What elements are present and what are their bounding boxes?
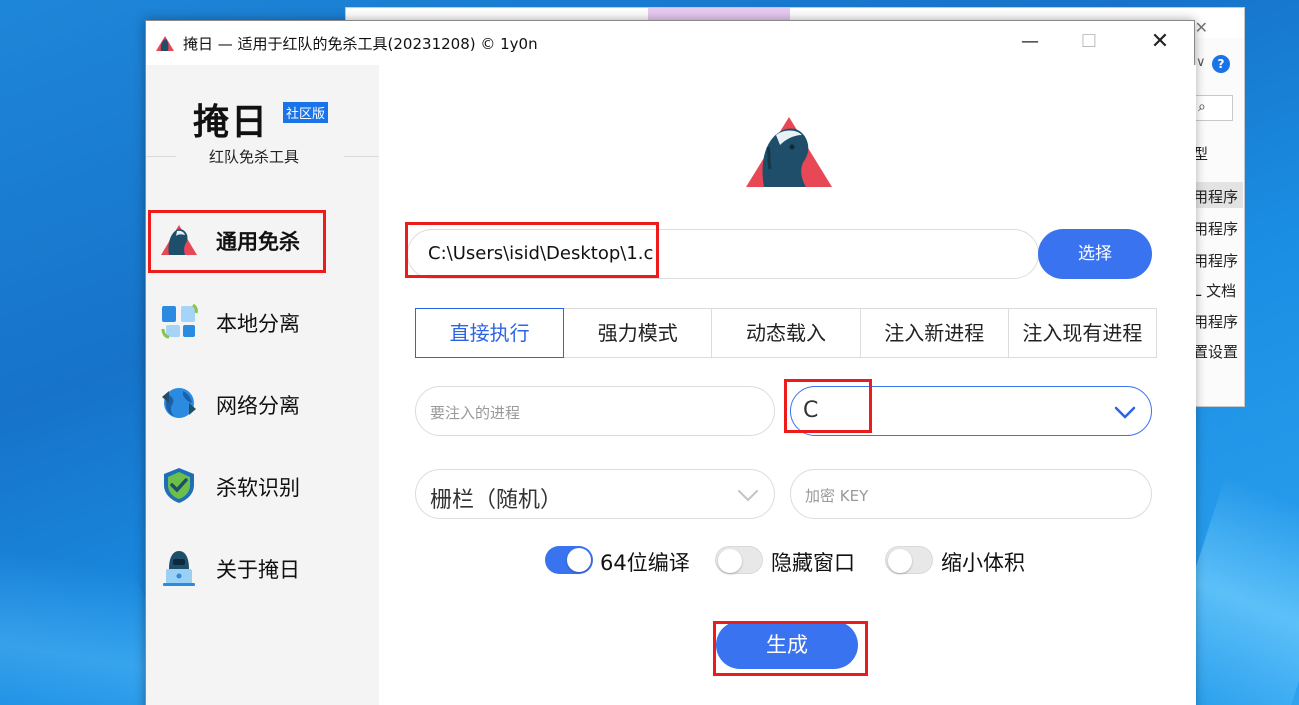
list-item[interactable]: 用程序 (1193, 250, 1238, 271)
sidebar-item-label: 本地分离 (216, 312, 300, 336)
window-title: 掩日 — 适用于红队的免杀工具(20231208) © 1y0n (183, 35, 538, 53)
toggle-switch[interactable] (545, 546, 593, 574)
sidebar-item-av-detection[interactable]: 杀软识别 (146, 455, 379, 515)
list-item[interactable]: 用程序 (1193, 186, 1238, 207)
maximize-button[interactable]: ☐ (1066, 27, 1112, 57)
tab-direct-execute[interactable]: 直接执行 (415, 308, 565, 358)
tab-inject-existing-process[interactable]: 注入现有进程 (1009, 309, 1156, 357)
chevron-down-icon (738, 490, 758, 502)
toggle-label: 缩小体积 (941, 551, 1025, 575)
sidebar: 掩日 社区版 红队免杀工具 通用免杀 本地分离 网络分离 杀软识别 关于掩日 (146, 65, 379, 705)
minimize-button[interactable]: — (1007, 27, 1053, 57)
file-split-icon (161, 303, 198, 339)
toggle-64bit[interactable]: 64位编译 (545, 545, 695, 575)
background-close-icon[interactable]: ✕ (1195, 18, 1208, 37)
encoding-select[interactable]: 栅栏（随机） (415, 469, 775, 519)
sidebar-item-about[interactable]: 关于掩日 (146, 537, 379, 597)
tab-inject-new-process[interactable]: 注入新进程 (861, 309, 1009, 357)
chevron-down-icon[interactable]: ∨ (1196, 55, 1206, 70)
list-item[interactable]: L 文档 (1193, 280, 1236, 301)
globe-arrows-icon (162, 388, 196, 418)
divider (146, 156, 176, 157)
logo-title: 掩日 (193, 102, 270, 143)
process-name-placeholder: 要注入的进程 (430, 404, 521, 422)
hacker-laptop-icon (163, 551, 195, 586)
chevron-down-icon (1114, 406, 1136, 419)
background-window-details: ∨ ? ⌕ 型 用程序 用程序 用程序 L 文档 用程序 置设置 (1193, 55, 1243, 395)
encoding-value: 栅栏（随机） (430, 488, 563, 513)
toggle-label: 64位编译 (600, 551, 690, 575)
file-path-input[interactable]: C:\Users\isid\Desktop\1.c (407, 229, 1039, 279)
sidebar-item-generic-evasion[interactable]: 通用免杀 (146, 209, 379, 269)
toggle-switch[interactable] (715, 546, 763, 574)
toggle-hide-window[interactable]: 隐藏窗口 (715, 545, 865, 575)
help-icon[interactable]: ? (1212, 55, 1230, 73)
background-search-box[interactable]: ⌕ (1193, 95, 1233, 121)
tab-power-mode[interactable]: 强力模式 (564, 309, 713, 357)
mode-tabs: 直接执行 强力模式 动态载入 注入新进程 注入现有进程 (415, 308, 1157, 358)
generate-button[interactable]: 生成 (716, 621, 858, 669)
close-button[interactable]: ✕ (1137, 27, 1183, 57)
horse-icon (161, 225, 197, 255)
encryption-key-placeholder: 加密 KEY (805, 487, 869, 505)
select-file-button[interactable]: 选择 (1038, 229, 1152, 279)
sidebar-item-local-split[interactable]: 本地分离 (146, 291, 379, 351)
file-path-value: C:\Users\isid\Desktop\1.c (428, 243, 654, 264)
process-name-input[interactable]: 要注入的进程 (415, 386, 775, 436)
sidebar-item-label: 网络分离 (216, 394, 300, 418)
search-icon: ⌕ (1198, 99, 1206, 115)
list-item[interactable]: 置设置 (1193, 341, 1238, 362)
titlebar[interactable]: 掩日 — 适用于红队的免杀工具(20231208) © 1y0n — ☐ ✕ (146, 21, 1194, 65)
divider (344, 156, 379, 157)
sidebar-item-label: 关于掩日 (216, 558, 300, 582)
app-logo-icon (156, 36, 174, 51)
language-select[interactable]: C (790, 386, 1152, 436)
toggle-shrink-size[interactable]: 缩小体积 (885, 545, 1035, 575)
toggle-label: 隐藏窗口 (771, 551, 855, 575)
encryption-key-input[interactable]: 加密 KEY (790, 469, 1152, 519)
toggle-switch[interactable] (885, 546, 933, 574)
sidebar-item-label: 杀软识别 (216, 476, 300, 500)
app-mascot-icon (746, 117, 832, 187)
main-content: C:\Users\isid\Desktop\1.c 选择 直接执行 强力模式 动… (379, 65, 1196, 705)
app-window: 掩日 — 适用于红队的免杀工具(20231208) © 1y0n — ☐ ✕ 掩… (145, 20, 1196, 705)
list-item[interactable]: 用程序 (1193, 218, 1238, 239)
sidebar-item-label: 通用免杀 (216, 230, 300, 254)
tab-dynamic-load[interactable]: 动态载入 (712, 309, 861, 357)
language-value: C (803, 398, 819, 423)
logo-subtitle: 红队免杀工具 (209, 148, 300, 166)
shield-check-icon (164, 468, 194, 503)
list-item[interactable]: 用程序 (1193, 311, 1238, 332)
edition-badge: 社区版 (283, 102, 329, 123)
sidebar-item-network-split[interactable]: 网络分离 (146, 373, 379, 433)
